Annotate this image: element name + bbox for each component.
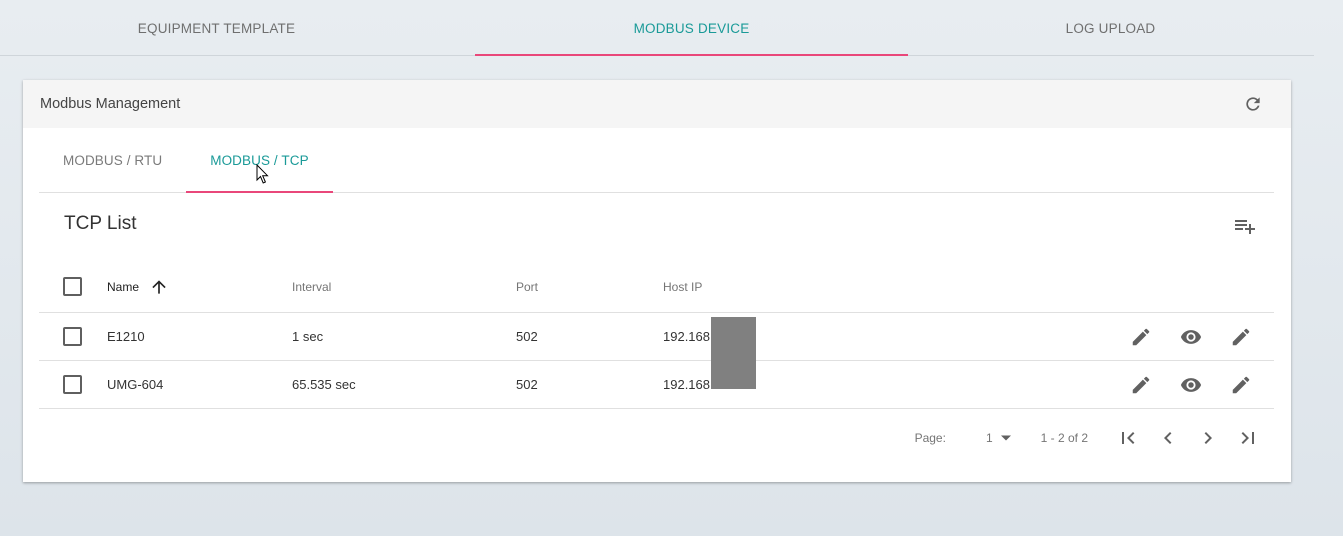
header-interval[interactable]: Interval: [292, 280, 516, 294]
tab-label: LOG UPLOAD: [1065, 20, 1156, 36]
page-label: Page:: [914, 431, 946, 445]
card-title: Modbus Management: [40, 96, 181, 112]
edit-icon[interactable]: [1230, 326, 1252, 348]
last-page-icon[interactable]: [1234, 426, 1262, 450]
page-select-value: 1: [985, 431, 993, 445]
header-host[interactable]: Host IP: [663, 280, 1093, 294]
top-tab-bar: EQUIPMENT TEMPLATE MODBUS DEVICE LOG UPL…: [0, 0, 1314, 56]
tab-modbus-rtu[interactable]: MODBUS / RTU: [39, 128, 186, 193]
header-name-label: Name: [107, 279, 140, 294]
chevron-right-icon[interactable]: [1194, 426, 1222, 450]
tab-label: EQUIPMENT TEMPLATE: [137, 20, 296, 36]
cell-port: 502: [516, 329, 538, 344]
cell-name: UMG-604: [107, 377, 164, 392]
sub-tab-bar: MODBUS / RTU MODBUS / TCP: [39, 128, 1274, 193]
page-select[interactable]: 1: [986, 431, 1011, 445]
edit-icon[interactable]: [1130, 326, 1152, 348]
row-checkbox[interactable]: [63, 327, 82, 346]
refresh-button[interactable]: [1239, 90, 1267, 118]
header-name[interactable]: Name: [107, 277, 292, 297]
header-port[interactable]: Port: [516, 280, 663, 294]
cell-interval: 65.535 sec: [292, 377, 356, 392]
cell-host-text: 192.168: [663, 329, 710, 344]
tcp-table: Name Interval Port Host IP E1210 1 sec 5…: [39, 261, 1274, 409]
eye-icon[interactable]: [1179, 374, 1203, 396]
row-checkbox[interactable]: [63, 375, 82, 394]
select-all-checkbox[interactable]: [63, 277, 82, 296]
tab-equipment-template[interactable]: EQUIPMENT TEMPLATE: [0, 0, 433, 56]
page-range: 1 - 2 of 2: [1040, 431, 1088, 445]
header-interval-label: Interval: [292, 279, 332, 294]
mouse-cursor-icon: [256, 164, 269, 184]
cell-host-text: 192.168: [663, 377, 710, 392]
arrow-up-icon: [152, 279, 166, 294]
first-page-icon[interactable]: [1114, 426, 1142, 450]
card-header: Modbus Management: [23, 80, 1291, 128]
add-tcp-button[interactable]: [1231, 212, 1259, 240]
table-row[interactable]: E1210 1 sec 502 192.168: [39, 313, 1274, 389]
header-host-label: Host IP: [663, 279, 703, 294]
tab-label: MODBUS DEVICE: [633, 20, 750, 36]
cell-name: E1210: [107, 329, 145, 344]
table-row[interactable]: UMG-604 65.535 sec 502 192.168: [39, 361, 1274, 409]
list-title: TCP List: [64, 213, 137, 234]
caret-down-icon: [1000, 435, 1011, 441]
edit-icon[interactable]: [1130, 374, 1152, 396]
cell-interval: 1 sec: [292, 329, 324, 344]
refresh-icon: [1246, 97, 1260, 111]
edit-icon[interactable]: [1230, 374, 1252, 396]
playlist-add-icon: [1235, 220, 1255, 234]
paginator: Page: 1 1 - 2 of 2: [39, 414, 1274, 462]
tab-log-upload[interactable]: LOG UPLOAD: [908, 0, 1313, 56]
table-header-row: Name Interval Port Host IP: [39, 261, 1274, 313]
chevron-left-icon[interactable]: [1154, 426, 1182, 450]
cell-host: 192.168: [663, 317, 1093, 389]
tab-label: MODBUS / RTU: [63, 153, 163, 168]
tab-modbus-device[interactable]: MODBUS DEVICE: [475, 0, 908, 56]
modbus-management-card: Modbus Management MODBUS / RTU MODBUS / …: [23, 80, 1291, 482]
cell-host: 192.168: [663, 377, 1093, 392]
eye-icon[interactable]: [1179, 326, 1203, 348]
header-port-label: Port: [516, 279, 539, 294]
cell-port: 502: [516, 377, 538, 392]
